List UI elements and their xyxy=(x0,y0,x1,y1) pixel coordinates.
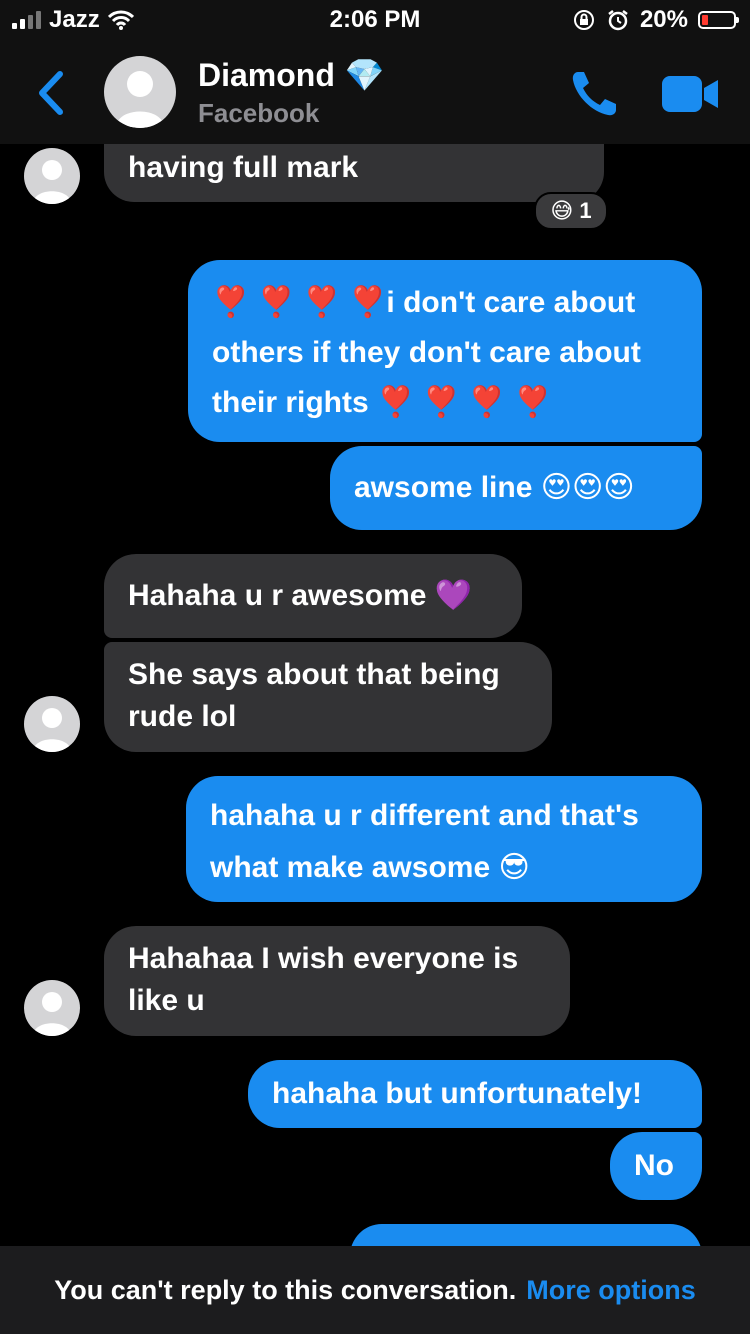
message-text: No xyxy=(634,1149,674,1182)
message-bubble[interactable]: She says about that being rude lol xyxy=(104,642,552,752)
message-text: hahaha but unfortunately! xyxy=(272,1077,642,1110)
status-right: 20% xyxy=(572,6,739,34)
contact-subtitle: Facebook xyxy=(198,98,320,128)
reply-disabled-notice: You can't reply to this conversation. xyxy=(54,1274,517,1305)
message-list[interactable]: having full mark 😅 1 ❣️ ❣️ ❣️ ❣️i don't … xyxy=(0,144,750,1246)
reaction-count: 1 xyxy=(579,198,592,223)
orientation-lock-icon xyxy=(573,10,594,30)
status-bar: Jazz 2:06 PM 20% xyxy=(0,0,750,42)
message-bubble-partial[interactable] xyxy=(350,1224,702,1246)
message-line: what make awsome 😎 xyxy=(210,851,530,884)
message-line: rude lol xyxy=(128,700,237,733)
message-bubble[interactable]: awsome line 😍😍😍 xyxy=(330,446,702,530)
sender-avatar xyxy=(24,696,80,752)
reply-disabled-banner: You can't reply to this conversation. Mo… xyxy=(0,1246,750,1334)
message-text: awsome line 😍😍😍 xyxy=(354,471,635,504)
message-bubble[interactable]: hahaha but unfortunately! xyxy=(248,1060,702,1128)
reaction-badge[interactable]: 😅 1 xyxy=(534,192,608,230)
message-line: Hahahaa I wish everyone is xyxy=(128,942,519,975)
message-line: ❣️ ❣️ ❣️ ❣️i don't care about xyxy=(212,286,636,319)
diamond-emoji-icon: 💎 xyxy=(344,57,385,93)
contact-name[interactable]: Diamond 💎 xyxy=(198,56,385,94)
battery-icon xyxy=(698,11,739,29)
contact-avatar[interactable] xyxy=(104,56,176,128)
message-bubble[interactable]: hahaha u r different and that's what mak… xyxy=(186,776,702,902)
message-text: Hahaha u r awesome 💜 xyxy=(128,579,473,612)
back-chevron-icon[interactable] xyxy=(32,68,72,118)
conversation-header: Diamond 💎 Facebook xyxy=(0,42,750,144)
alarm-icon xyxy=(608,10,628,31)
message-line: hahaha u r different and that's xyxy=(210,799,639,832)
video-camera-icon[interactable] xyxy=(660,72,720,116)
message-line: others if they don't care about xyxy=(212,336,641,369)
battery-percent: 20% xyxy=(639,6,688,33)
message-bubble[interactable]: No xyxy=(610,1132,702,1200)
message-bubble[interactable]: Hahaha u r awesome 💜 xyxy=(104,554,522,638)
message-line: She says about that being xyxy=(128,658,500,691)
contact-name-label: Diamond xyxy=(198,56,335,93)
message-bubble[interactable]: having full mark xyxy=(104,144,604,202)
message-line: their rights ❣️ ❣️ ❣️ ❣️ xyxy=(212,386,552,419)
message-bubble[interactable]: ❣️ ❣️ ❣️ ❣️i don't care about others if … xyxy=(188,260,702,442)
more-options-link[interactable]: More options xyxy=(526,1275,696,1306)
phone-icon[interactable] xyxy=(568,66,622,120)
message-bubble[interactable]: Hahahaa I wish everyone is like u xyxy=(104,926,570,1036)
message-line: like u xyxy=(128,984,205,1017)
reaction-emoji: 😅 xyxy=(550,198,574,223)
sender-avatar xyxy=(24,148,80,204)
message-text: having full mark xyxy=(128,151,359,184)
sender-avatar xyxy=(24,980,80,1036)
